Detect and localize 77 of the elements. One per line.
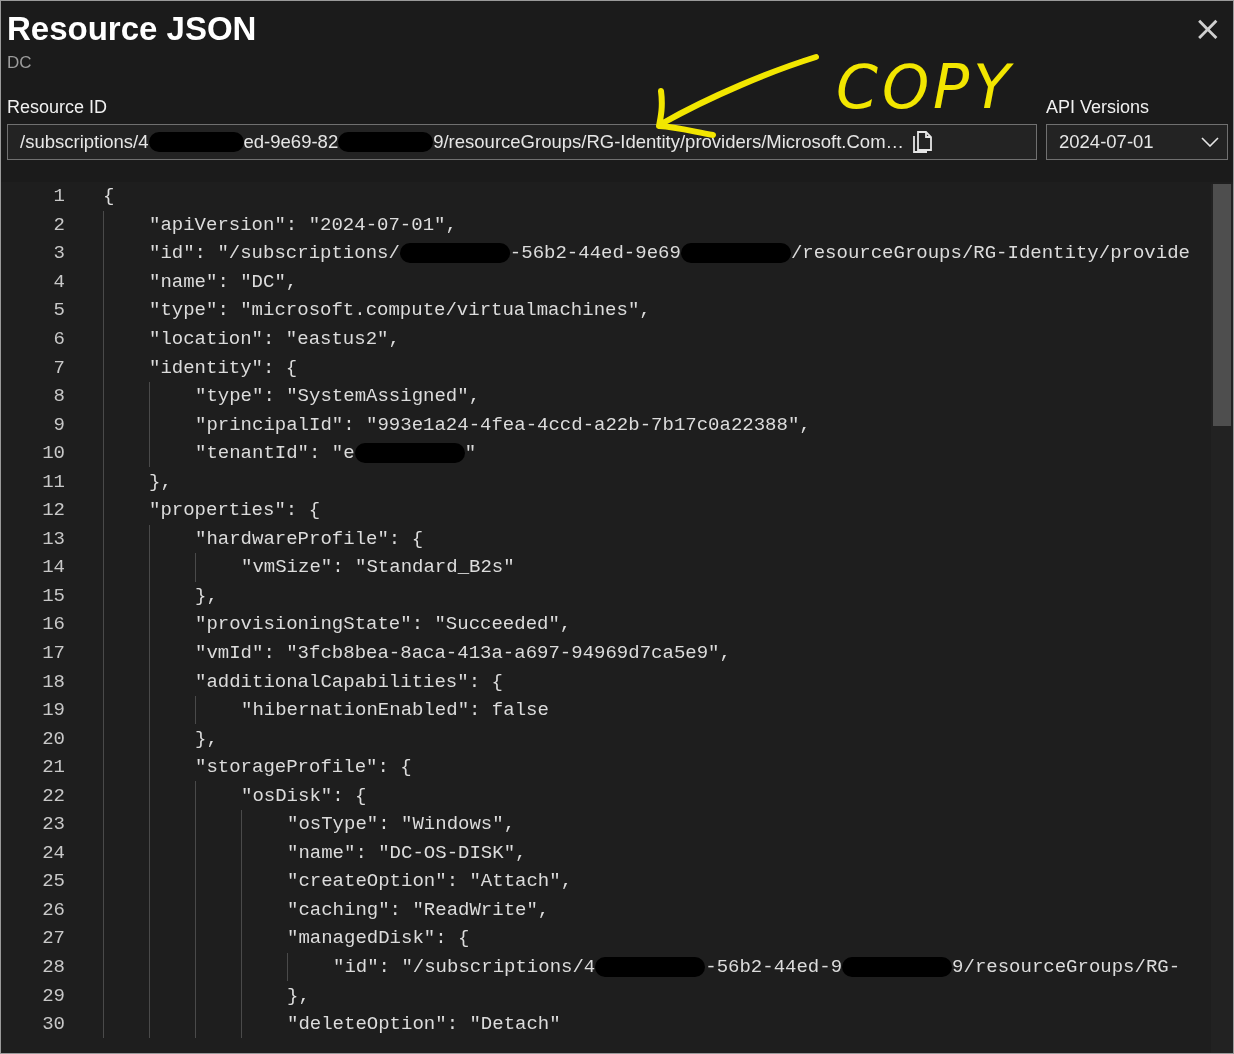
code-text: "type": "microsoft.compute/virtualmachines",: [149, 299, 651, 322]
line-number: 5: [52, 299, 65, 322]
line-number: 6: [52, 328, 65, 350]
code-text: "additionalCapabilities": {: [195, 670, 503, 693]
line-number: 16: [41, 613, 65, 636]
close-button[interactable]: ×: [1187, 11, 1228, 45]
scrollbar-thumb[interactable]: [1213, 184, 1231, 426]
line-number: 17: [41, 642, 65, 664]
code-text: "name": "DC",: [149, 270, 298, 293]
code-text: "properties": {: [149, 499, 321, 522]
code-text: {: [103, 185, 115, 208]
code-text: "caching": "ReadWrite",: [287, 898, 550, 921]
code-text: "id": "/subscriptions/: [149, 242, 400, 265]
api-version-dropdown[interactable]: 2024-07-01: [1046, 124, 1228, 160]
line-number: 8: [52, 385, 65, 408]
code-text: "managedDisk": {: [287, 927, 470, 950]
code-text: "vmId": "3fcb8bea-8aca-413a-a697-94969d7ca5e9",: [195, 642, 731, 664]
code-text: -56b2-44ed-9e69: [509, 242, 681, 265]
line-number: 1: [52, 185, 65, 208]
code-text: "osDisk": {: [241, 784, 367, 807]
code-text: "location": "eastus2",: [149, 328, 400, 350]
code-text: "tenantId": "e: [195, 442, 355, 465]
code-text: "deleteOption": "Detach": [287, 1013, 561, 1036]
line-number: 11: [41, 470, 65, 493]
chevron-down-icon: [1201, 137, 1219, 147]
code-text: "type": "SystemAssigned",: [195, 385, 481, 408]
line-number: 10: [41, 442, 65, 465]
field-label: API Versions: [1046, 97, 1151, 118]
line-number: 19: [41, 699, 65, 722]
code-text: },: [195, 584, 218, 607]
resource-id-field[interactable]: /subscriptions/4 ed-9e69-82 9/resourceGroups/RG-Identity/providers/Microsoft.Com…: [7, 124, 1037, 160]
line-number: 15: [41, 584, 65, 607]
code-text: /resourceGroups/RG-Identity/provide: [790, 242, 1190, 265]
line-number: 27: [41, 927, 65, 950]
code-text: },: [149, 470, 172, 493]
line-number: 25: [41, 870, 65, 893]
line-number: 18: [41, 670, 65, 693]
code-text: "hardwareProfile": {: [195, 527, 424, 550]
code-text: },: [287, 984, 310, 1007]
field-label: Resource ID: [7, 97, 109, 118]
line-number: 14: [41, 556, 65, 579]
panel-title: Resource JSON: [7, 9, 257, 49]
line-number: 24: [41, 841, 65, 864]
code-text: 9/resourceGroups/RG-: [952, 956, 1181, 979]
line-number: 3: [52, 242, 65, 265]
code-text: "principalId": "993e1a24-4fea-4ccd-a22b-7b17c0a22388",: [195, 413, 811, 436]
code-text: "name": "DC-OS-DISK",: [287, 841, 527, 864]
line-number: 13: [41, 527, 65, 550]
code-text: "vmSize": "Standard_B2s": [241, 556, 515, 579]
line-number: 30: [41, 1013, 65, 1036]
code-text: "id": "/subscriptions/4: [333, 956, 596, 979]
copy-icon[interactable]: [912, 130, 935, 154]
scrollbar[interactable]: [1211, 184, 1233, 1053]
line-number: 22: [41, 784, 65, 807]
code-text: "identity": {: [149, 356, 298, 379]
code-text: "hibernationEnabled": false: [241, 699, 549, 722]
code-text: "osType": "Windows",: [287, 813, 516, 836]
panel-subtitle: DC: [7, 53, 33, 73]
line-number: 26: [41, 898, 65, 921]
line-number: 9: [52, 413, 65, 436]
line-number: 2: [52, 213, 65, 236]
code-text: "storageProfile": {: [195, 756, 412, 779]
code-text: },: [195, 727, 218, 750]
code-text: -56b2-44ed-9: [705, 956, 843, 979]
code-text: "apiVersion": "2024-07-01",: [149, 213, 457, 236]
line-number: 4: [52, 270, 65, 293]
line-number: 20: [41, 727, 65, 750]
line-number: 7: [52, 356, 65, 379]
code-text: ": [464, 442, 477, 465]
line-number: 29: [41, 984, 65, 1007]
code-text: "provisioningState": "Succeeded",: [195, 613, 572, 636]
line-number: 21: [41, 756, 65, 779]
line-number: 28: [41, 956, 65, 979]
handwritten-note: COPY: [836, 51, 1014, 123]
line-number: 23: [41, 813, 65, 836]
code-text: "createOption": "Attach",: [287, 870, 573, 893]
line-number: 12: [41, 499, 65, 522]
